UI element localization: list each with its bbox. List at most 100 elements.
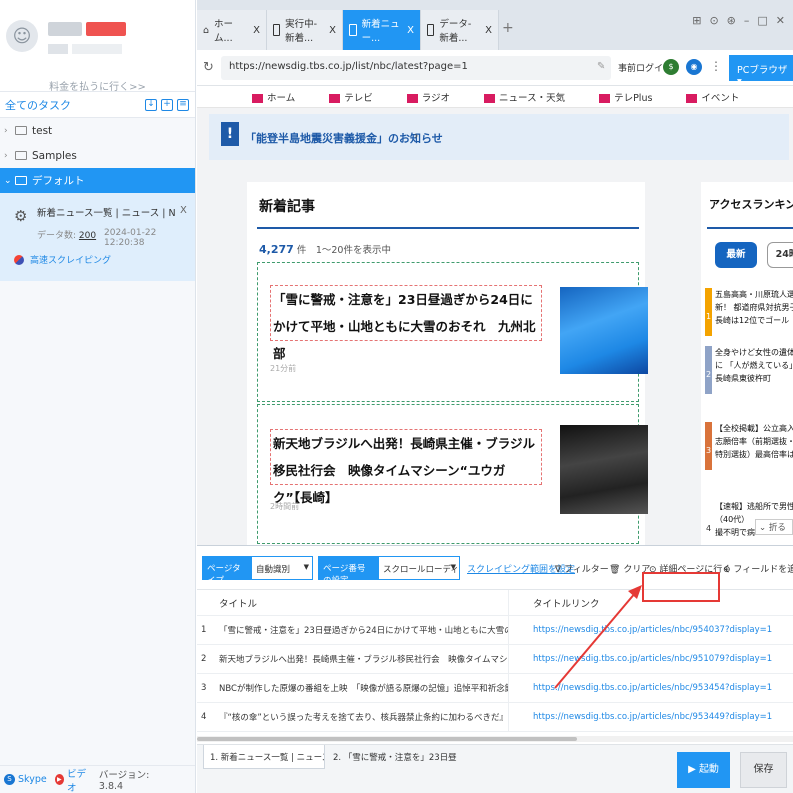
column-header-link[interactable]: タイトルリンク: [509, 596, 793, 610]
data-count-value[interactable]: 200: [79, 231, 96, 241]
table-row[interactable]: 2 新天地ブラジルへ出発！長崎県主催・ブラジル移民社行会 映像タイムマシーン“ユ…: [197, 645, 793, 674]
fold-button[interactable]: ⌄ 折る: [755, 519, 793, 535]
tab-running[interactable]: 実行中-新着... X: [267, 10, 343, 50]
tab-24h[interactable]: 24時: [767, 242, 793, 268]
rank-text: 長崎は12位でゴール: [715, 316, 790, 325]
sidebar-footer: S Skype ▶ ビデオ バージョン: 3.8.4: [0, 765, 195, 793]
url-input[interactable]: https://newsdig.tbs.co.jp/list/nbc/lates…: [221, 56, 611, 80]
list-icon[interactable]: ≡: [177, 98, 189, 111]
nav-radio[interactable]: ラジオ: [406, 90, 451, 104]
close-icon[interactable]: X: [247, 25, 260, 36]
filter-button[interactable]: ∇ フィルター: [555, 562, 609, 575]
edit-icon[interactable]: ✎: [597, 61, 605, 72]
cell-title[interactable]: 新天地ブラジルへ出発！長崎県主催・ブラジル移民社行会 映像タイムマシーン“ユウガ…: [219, 645, 509, 673]
cell-link[interactable]: https://newsdig.tbs.co.jp/articles/nbc/9…: [509, 683, 793, 693]
horizontal-scrollbar[interactable]: [197, 736, 793, 742]
tree-folder-test[interactable]: › test: [0, 118, 195, 143]
article-item[interactable]: 新天地ブラジルへ出発！長崎県主催・ブラジル移民社行会 映像タイムマシーン“ユウガ…: [257, 404, 648, 544]
nav-event[interactable]: イベント: [686, 90, 739, 104]
page-num-select[interactable]: スクロールローディング ▼: [378, 556, 460, 580]
nav-teleplus[interactable]: テレPlus: [599, 90, 652, 104]
settings-icon[interactable]: ⊙: [709, 14, 718, 27]
close-icon[interactable]: X: [401, 25, 414, 36]
skype-link[interactable]: S Skype: [4, 774, 47, 785]
video-link[interactable]: ▶ ビデオ: [54, 766, 91, 793]
extension-green-icon[interactable]: $: [663, 59, 679, 75]
table-row[interactable]: 3 NBCが制作した原爆の番組を上映 「映像が語る原爆の記憶」追悼平和祈念館20…: [197, 674, 793, 703]
gift-icon[interactable]: ⊞: [692, 14, 701, 27]
cell-title[interactable]: NBCが制作した原爆の番組を上映 「映像が語る原爆の記憶」追悼平和祈念館20周年…: [219, 674, 509, 702]
cell-title[interactable]: 「雪に警戒・注意を」23日昼過ぎから24日にかけて平地・山地ともに大雪のおそれ …: [219, 616, 509, 644]
add-task-icon[interactable]: +: [161, 98, 173, 111]
page-tab-1[interactable]: 1. 新着ニュース一覧 | ニュース | N...: [203, 745, 325, 769]
maximize-icon[interactable]: □: [757, 14, 767, 27]
new-tab-icon[interactable]: +: [502, 20, 514, 36]
fast-scrape-link[interactable]: 高速スクレイピング: [14, 253, 111, 266]
tab-data[interactable]: データ-新着... X: [421, 10, 499, 50]
tab-latest-news[interactable]: 新着ニュー... X: [343, 10, 421, 50]
tree-folder-samples[interactable]: › Samples: [0, 143, 195, 168]
web-content: ホーム テレビ ラジオ ニュース・天気 テレPlus イベント ! 「能登半島地…: [197, 86, 793, 545]
nav-home[interactable]: ホーム: [252, 90, 295, 104]
import-icon[interactable]: ↓: [145, 98, 157, 111]
folder-icon: [15, 151, 27, 160]
reload-icon[interactable]: ↻: [203, 60, 214, 75]
divider: [707, 227, 793, 229]
column-header-title[interactable]: タイトル: [219, 590, 509, 615]
task-date: 2024-01-22 12:20:38: [104, 228, 157, 248]
nav-tv[interactable]: テレビ: [329, 90, 373, 104]
tab-label: 実行中-新着...: [285, 19, 318, 44]
cell-link[interactable]: https://newsdig.tbs.co.jp/articles/nbc/9…: [509, 654, 793, 664]
divider: [257, 227, 639, 229]
page-tabs: 1. 新着ニュース一覧 | ニュース | N... 2. 「雪に警戒・注意を」2…: [197, 744, 793, 793]
cell-link[interactable]: https://newsdig.tbs.co.jp/articles/nbc/9…: [509, 712, 793, 722]
count-number: 4,277: [259, 243, 294, 256]
cell-link[interactable]: https://newsdig.tbs.co.jp/articles/nbc/9…: [509, 625, 793, 635]
ranking-panel: アクセスランキング 最新 24時 1 五島高高・川原琉人選手 新！ 都道府県対抗…: [701, 182, 793, 545]
table-row[interactable]: 4 『“核の傘”という誤った考えを捨て去り、核兵器禁止条約に加わるべきだ』ICA…: [197, 703, 793, 732]
cell-title[interactable]: 『“核の傘”という誤った考えを捨て去り、核兵器禁止条約に加わるべきだ』ICANメ…: [219, 703, 509, 731]
tree-folder-default[interactable]: ⌄ デフォルト: [0, 168, 195, 193]
page-type-label: ページタイプ: [202, 556, 251, 586]
page-type-select[interactable]: 自動識別 ▼: [251, 556, 313, 580]
close-icon[interactable]: X: [180, 205, 187, 216]
tab-label: ホーム...: [214, 19, 234, 44]
close-icon[interactable]: X: [479, 25, 492, 36]
play-icon: [599, 93, 611, 103]
more-icon[interactable]: ⋮: [710, 59, 722, 73]
rank-text: 【速報】逃船所で男性作: [715, 502, 793, 511]
start-button[interactable]: ▶ 起動: [677, 752, 730, 788]
add-field-button[interactable]: ⊕ フィールドを追加: [723, 562, 793, 575]
start-label: 起動: [698, 764, 719, 775]
save-button[interactable]: 保存: [740, 752, 787, 788]
avatar[interactable]: ☺: [6, 20, 38, 52]
article-thumbnail[interactable]: [560, 425, 648, 514]
home-icon: ⌂: [203, 24, 210, 36]
nav-news[interactable]: ニュース・天気: [484, 90, 565, 104]
calendar-icon: [686, 93, 698, 103]
article-item[interactable]: 「雪に警戒・注意を」23日昼過ぎから24日にかけて平地・山地ともに大雪のおそれ …: [257, 262, 648, 402]
page-tab-2[interactable]: 2. 「雪に警戒・注意を」23日昼過... ⊗: [327, 745, 457, 769]
pc-browser-button[interactable]: PCブラウザ ▾: [729, 55, 793, 87]
tab-latest[interactable]: 最新: [715, 242, 757, 268]
row-index: 4: [201, 712, 207, 722]
nav-label: ラジオ: [421, 92, 451, 104]
table-row[interactable]: 1 「雪に警戒・注意を」23日昼過ぎから24日にかけて平地・山地ともに大雪のおそ…: [197, 616, 793, 645]
extension-blue-icon[interactable]: ◉: [686, 59, 702, 75]
task-item[interactable]: ⚙ 新着ニュース一覧 | ニュース | NBC長崎放送... X データ数: 2…: [0, 193, 195, 281]
tab-home[interactable]: ⌂ ホーム... X: [197, 10, 267, 50]
close-window-icon[interactable]: ✕: [776, 14, 785, 27]
dropdown-icon: ▼: [450, 563, 456, 571]
minimize-icon[interactable]: –: [744, 14, 750, 27]
help-icon[interactable]: ⊛: [727, 14, 736, 27]
nav-label: テレビ: [344, 92, 373, 104]
pay-link[interactable]: 料金を払うに行く>>: [0, 78, 195, 93]
section-title: 新着記事: [259, 199, 315, 215]
article-thumbnail[interactable]: [560, 287, 648, 374]
notice-banner[interactable]: ! 「能登半島地震災害義援金」のお知らせ ›: [209, 114, 789, 160]
scrollbar-thumb[interactable]: [197, 737, 577, 741]
close-icon[interactable]: X: [323, 25, 336, 36]
article-title[interactable]: 「雪に警戒・注意を」23日昼過ぎから24日にかけて平地・山地ともに大雪のおそれ …: [270, 285, 542, 361]
rank-text: に 「人が燃えている」: [715, 361, 793, 370]
article-title[interactable]: 新天地ブラジルへ出発！長崎県主催・ブラジル移民社行会 映像タイムマシーン“ユウガ…: [270, 429, 542, 505]
